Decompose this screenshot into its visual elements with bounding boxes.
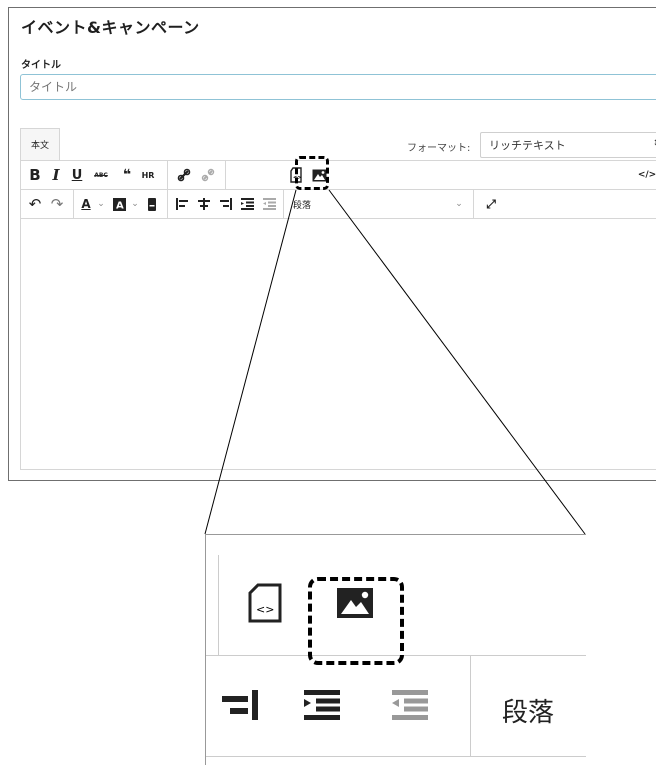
outdent-icon	[392, 690, 428, 724]
zoom-toolbar-row-1: <>	[206, 555, 586, 665]
zoom-highlight-box	[308, 577, 404, 665]
zoom-paragraph-label: 段落	[502, 698, 555, 728]
zoom-inset: <> 段落	[205, 534, 586, 765]
svg-text:<>: <>	[256, 603, 274, 616]
zoom-divider	[470, 656, 471, 756]
zoom-divider	[218, 555, 219, 655]
zoom-toolbar-row-2: 段落	[206, 656, 586, 757]
align-right-icon	[222, 690, 258, 724]
insert-media-icon: <>	[248, 583, 282, 627]
indent-icon	[304, 690, 340, 724]
